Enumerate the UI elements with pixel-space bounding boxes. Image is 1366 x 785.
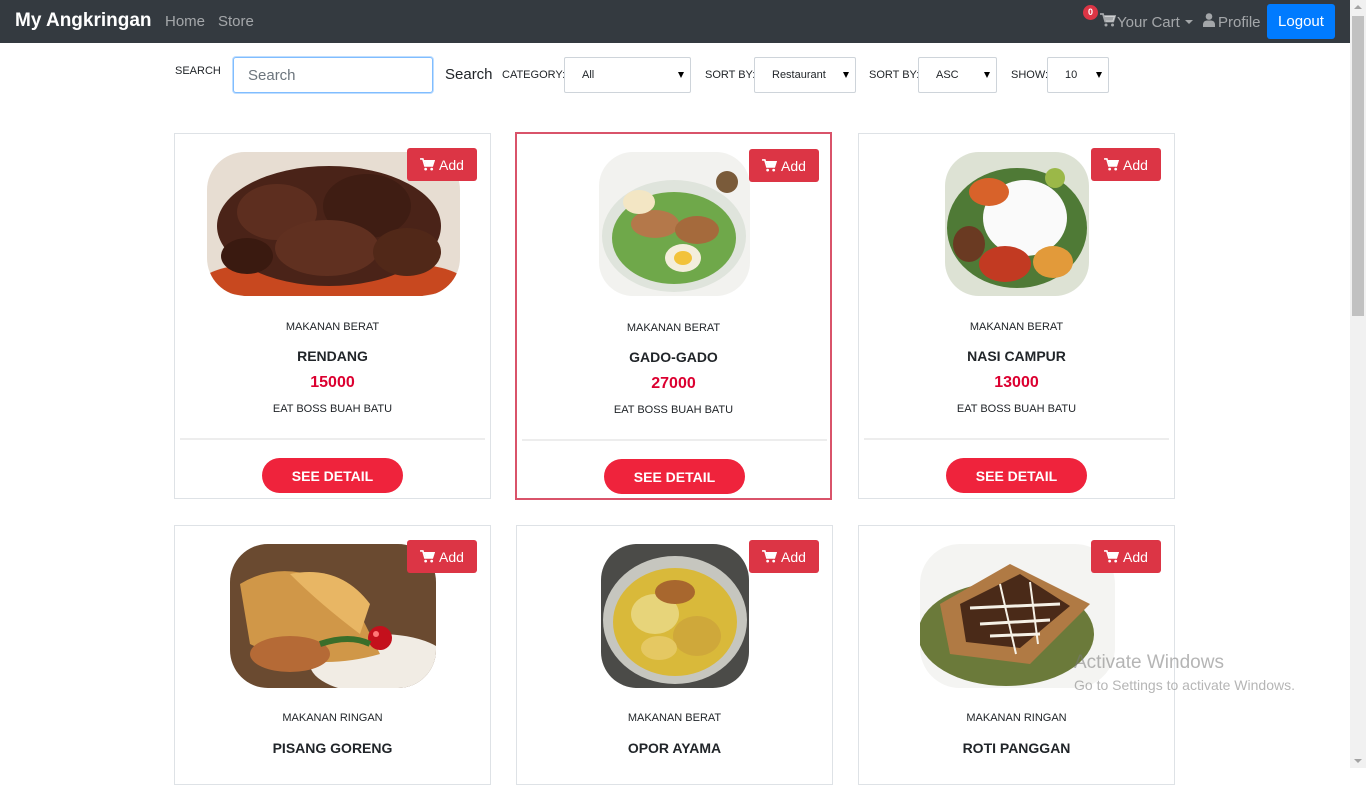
product-name: GADO-GADO xyxy=(629,349,718,365)
scroll-up-arrow-icon[interactable] xyxy=(1354,5,1362,9)
see-detail-button[interactable]: SEE DETAIL xyxy=(262,458,403,493)
product-restaurant: EAT BOSS BUAH BATU xyxy=(956,403,1077,415)
dropdown-arrow-icon xyxy=(1096,72,1102,78)
product-name: RENDANG xyxy=(297,348,368,364)
cart-label: Your Cart xyxy=(1117,13,1180,31)
dropdown-arrow-icon xyxy=(984,72,990,78)
product-category: MAKANAN BERAT xyxy=(285,321,380,333)
product-card-gado-gado: Add MAKANAN BERAT GADO-GADO 27000 EAT BO… xyxy=(515,132,832,500)
product-image-gado-gado[interactable] xyxy=(599,152,750,296)
sort-order-label: SORT BY: xyxy=(869,69,920,81)
sort-by-select[interactable]: Restaurant xyxy=(754,57,856,93)
logout-button[interactable]: Logout xyxy=(1267,4,1335,39)
show-count-select[interactable]: 10 xyxy=(1047,57,1109,93)
product-category: MAKANAN BERAT xyxy=(969,321,1064,333)
category-label: CATEGORY: xyxy=(502,69,566,81)
cart-icon xyxy=(1104,158,1120,171)
product-image-nasi-campur[interactable] xyxy=(945,152,1089,296)
add-to-cart-button[interactable]: Add xyxy=(1091,540,1161,573)
cart-icon xyxy=(1104,550,1120,563)
category-select[interactable]: All xyxy=(564,57,691,93)
activate-windows-subtitle: Go to Settings to activate Windows. xyxy=(1074,677,1295,693)
add-button-label: Add xyxy=(1123,156,1148,173)
sort-by-label: SORT BY: xyxy=(705,69,756,81)
search-input[interactable] xyxy=(233,57,433,93)
show-selected-value: 10 xyxy=(1065,69,1078,81)
profile-link[interactable]: Profile xyxy=(1203,13,1261,31)
navbar: My Angkringan Home Store 0 Your Cart Pro… xyxy=(0,0,1350,43)
cart-icon xyxy=(420,550,436,563)
product-category: MAKANAN BERAT xyxy=(627,712,722,724)
add-button-label: Add xyxy=(439,156,464,173)
product-card-rendang: Add MAKANAN BERAT RENDANG 15000 EAT BOSS… xyxy=(174,133,491,499)
page-scrollbar[interactable] xyxy=(1350,0,1366,768)
product-card-nasi-campur: Add MAKANAN BERAT NASI CAMPUR 13000 EAT … xyxy=(858,133,1175,499)
add-to-cart-button[interactable]: Add xyxy=(1091,148,1161,181)
sort-by-selected-value: Restaurant xyxy=(772,69,826,81)
card-divider xyxy=(180,438,485,440)
cart-icon xyxy=(762,550,778,563)
product-restaurant: EAT BOSS BUAH BATU xyxy=(613,404,734,416)
show-label: SHOW: xyxy=(1011,69,1049,81)
product-name: NASI CAMPUR xyxy=(967,348,1066,364)
cart-count-badge: 0 xyxy=(1083,5,1098,20)
product-card-pisang-goreng: Add MAKANAN RINGAN PISANG GORENG xyxy=(174,525,491,785)
product-category: MAKANAN BERAT xyxy=(626,322,721,334)
activate-windows-title: Activate Windows xyxy=(1074,652,1224,673)
add-button-label: Add xyxy=(781,157,806,174)
product-restaurant: EAT BOSS BUAH BATU xyxy=(272,403,393,415)
cart-dropdown[interactable]: Your Cart xyxy=(1100,13,1193,31)
sort-order-select[interactable]: ASC xyxy=(918,57,997,93)
dropdown-arrow-icon xyxy=(843,72,849,78)
profile-label: Profile xyxy=(1218,13,1261,31)
chevron-down-icon xyxy=(1184,20,1193,24)
brand-logo[interactable]: My Angkringan xyxy=(15,10,152,32)
scroll-thumb[interactable] xyxy=(1352,16,1364,316)
add-to-cart-button[interactable]: Add xyxy=(407,540,477,573)
product-category: MAKANAN RINGAN xyxy=(282,712,383,724)
scroll-down-arrow-icon[interactable] xyxy=(1354,759,1362,763)
product-price: 27000 xyxy=(651,375,696,392)
add-button-label: Add xyxy=(439,548,464,565)
cart-icon xyxy=(420,158,436,171)
product-image-opor-ayama[interactable] xyxy=(601,544,749,688)
see-detail-button[interactable]: SEE DETAIL xyxy=(604,459,745,494)
product-category: MAKANAN RINGAN xyxy=(966,712,1067,724)
add-button-label: Add xyxy=(781,548,806,565)
card-divider xyxy=(522,439,827,441)
add-to-cart-button[interactable]: Add xyxy=(749,149,819,182)
product-image-pisang-goreng[interactable] xyxy=(230,544,436,688)
search-button[interactable]: Search xyxy=(445,66,493,83)
product-name: PISANG GORENG xyxy=(272,740,393,756)
add-to-cart-button[interactable]: Add xyxy=(749,540,819,573)
nav-store-link[interactable]: Store xyxy=(218,13,254,30)
sort-order-selected-value: ASC xyxy=(936,69,959,81)
see-detail-button[interactable]: SEE DETAIL xyxy=(946,458,1087,493)
user-icon xyxy=(1203,13,1218,31)
product-price: 15000 xyxy=(310,374,355,391)
search-label: SEARCH xyxy=(175,65,221,77)
category-selected-value: All xyxy=(582,69,595,81)
product-name: OPOR AYAMA xyxy=(627,740,722,756)
product-price: 13000 xyxy=(994,374,1039,391)
cart-icon xyxy=(762,159,778,172)
card-divider xyxy=(864,438,1169,440)
cart-icon xyxy=(1100,13,1117,31)
add-to-cart-button[interactable]: Add xyxy=(407,148,477,181)
dropdown-arrow-icon xyxy=(678,72,684,78)
product-card-opor-ayama: Add MAKANAN BERAT OPOR AYAMA xyxy=(516,525,833,785)
product-name: ROTI PANGGAN xyxy=(962,740,1071,756)
add-button-label: Add xyxy=(1123,548,1148,565)
nav-home-link[interactable]: Home xyxy=(165,13,205,30)
